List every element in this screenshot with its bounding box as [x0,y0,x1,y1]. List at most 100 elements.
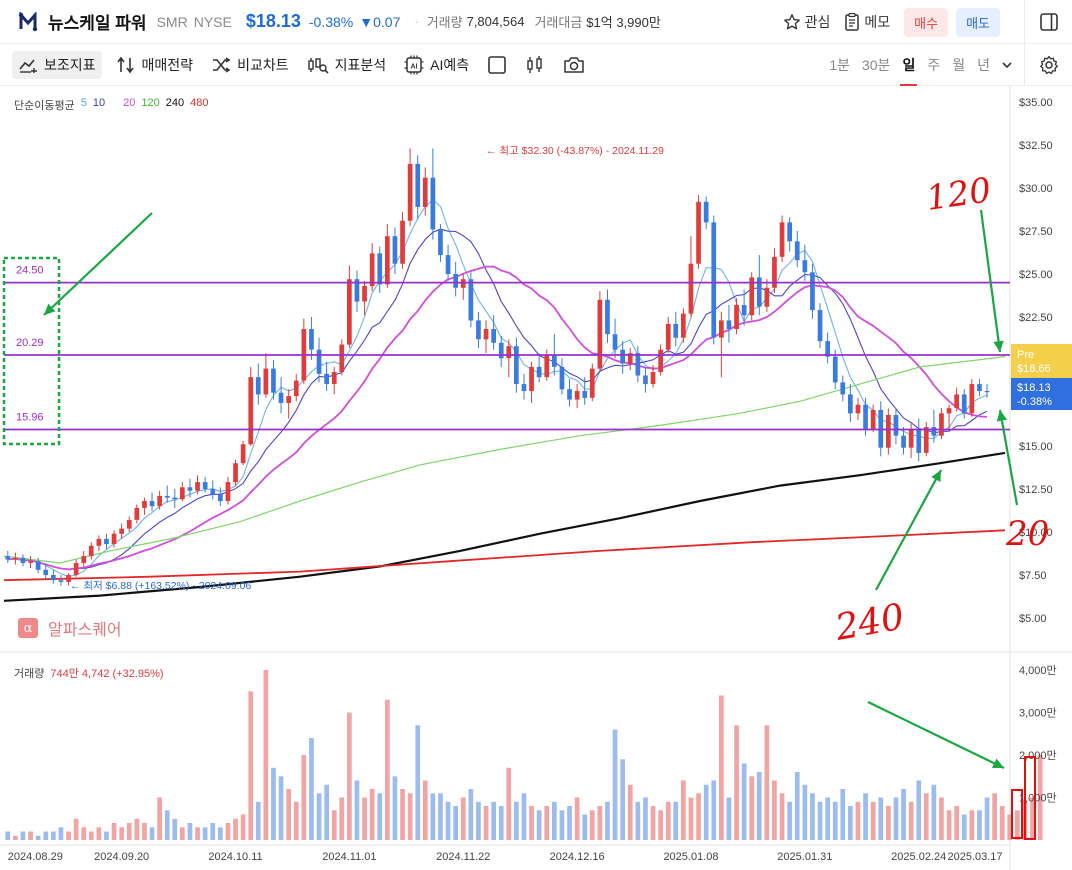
volume-bar [688,797,694,840]
toolbar-indicator[interactable]: 보조지표 [12,50,102,79]
toolbar-ai-label: AI예측 [430,56,470,73]
candle-body [218,494,223,502]
period-selector: 1분 30분 일 주 월 년 [817,44,1014,86]
candle-body [377,253,383,285]
volume-bar [58,827,64,841]
volume-bar [316,793,322,841]
period-30min[interactable]: 30분 [862,44,890,86]
volume-bar [734,725,739,841]
candle-body [255,377,261,395]
screenshot-button[interactable] [563,56,585,74]
candle-body [719,320,724,338]
volume-bar [931,784,937,841]
chevron-down-icon[interactable] [1000,58,1014,72]
candle-body [316,349,322,374]
candle-body [817,310,823,342]
candle-body [445,255,451,274]
volume-bar [681,780,686,840]
volume-bar [172,818,178,841]
volume-bar [749,776,755,841]
candle-body [977,384,982,391]
volume-bar [407,793,413,841]
candle-body [863,404,868,429]
volume-bar [582,814,588,840]
volume-legend-value: 744만 4,742 (+32.95%) [50,668,164,680]
current-price-tag-change: -0.38% [1017,396,1052,408]
volume-bar [650,806,656,840]
volume-bar [886,806,891,840]
toolbar-strategy-label: 매매전략 [141,56,194,73]
candle-body [430,177,436,230]
volume-bar [840,789,846,840]
volume-bar [248,691,254,841]
volume-bar [506,767,512,841]
candle-body [536,366,542,378]
candle-body [453,274,458,288]
pre-label: Pre [1017,349,1034,361]
level-label: 20.29 [16,337,44,349]
price-tags: Pre $18.66 $18.13 -0.38% [1011,344,1072,410]
candle-body [923,427,929,453]
volume-bar [415,725,421,841]
candle-body [711,222,717,338]
candle-body [187,487,193,491]
volume-bar [164,810,170,840]
volume-bar [119,827,124,841]
sell-button[interactable]: 매도 [956,7,1000,37]
volume-bar [293,801,299,841]
candle-body [202,482,208,489]
volume-bar [255,801,261,841]
volume-bar [66,831,71,840]
low-price-label: ← 최저 $6.88 (+163.52%) - 2024.09.06 [70,580,251,592]
volume-bar [354,780,360,840]
candle-body [635,353,641,376]
period-day[interactable]: 일 [900,44,918,86]
candle-body [589,368,595,398]
candle-body [126,520,132,529]
ai-chip-icon: AI [404,55,424,74]
candle-body [643,375,648,385]
arrow-to-ma20-shaft [998,409,1019,506]
price-chart[interactable]: 24.50 20.29 15.96 $35.00 $32.50 $30.00 $27.50… [0,86,1072,870]
volume-bar [134,818,140,841]
candle-body [293,380,299,397]
period-year[interactable]: 년 [977,44,990,86]
side-panel-toggle[interactable] [1024,0,1072,44]
toolbar-strategy[interactable]: 매매전략 [116,51,194,79]
level-label: 15.96 [16,411,44,423]
candle-style-button[interactable] [525,55,545,75]
volume-bar [514,801,519,841]
candle-body [840,382,846,395]
toolbar-compare[interactable]: 비교차트 [211,51,289,79]
volume-bar [870,801,876,841]
candle-body [119,528,124,534]
candle-body [35,561,41,570]
volume-legend: 거래량 744만 4,742 (+32.95%) [14,665,170,681]
chart-settings-button[interactable] [1024,44,1072,86]
price-axis-tick: $22.50 [1019,312,1053,324]
buy-button[interactable]: 매수 [904,7,949,37]
watchlist-button[interactable]: 관심 [783,12,830,32]
price-axis-tick: $15.00 [1019,441,1053,453]
volume-bar [430,793,436,841]
volume-bar [445,801,451,841]
period-month[interactable]: 월 [952,44,965,86]
volume-bar [483,806,489,840]
volume-bar [88,831,94,840]
memo-button[interactable]: 메모 [844,12,890,32]
arrow-to-volume-shaft [867,701,1005,769]
volume-bar [498,806,504,840]
candle-body [225,482,231,501]
period-week[interactable]: 주 [927,44,940,86]
amount-label: 거래대금 [534,15,583,30]
candle-body [5,556,11,560]
period-1min[interactable]: 1분 [829,44,850,86]
chart-grid [0,86,1072,870]
volume-bar [999,806,1005,840]
chart-type-square-button[interactable] [487,55,507,75]
toolbar-ai-predict[interactable]: AI AI예측 [404,51,469,79]
volume-bar [855,801,861,841]
candle-body [605,299,610,335]
date-axis-tick: 2024.11.01 [322,851,376,863]
toolbar-analysis[interactable]: 지표분석 [307,51,386,79]
